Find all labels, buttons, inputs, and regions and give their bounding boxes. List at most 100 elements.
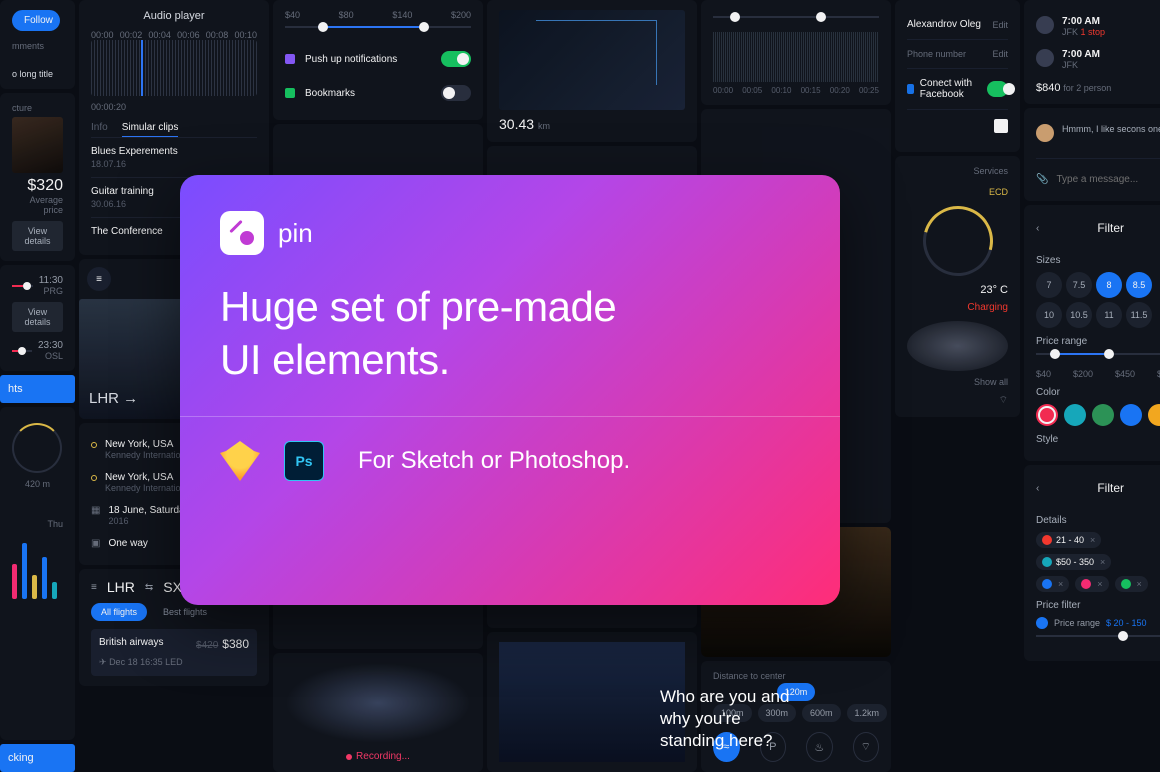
services-label[interactable]: Services bbox=[973, 166, 1008, 176]
wifi-icon[interactable]: ⌔ bbox=[853, 732, 880, 762]
badge-price[interactable]: $50 - 350× bbox=[1036, 554, 1111, 570]
ecd-label: ECD bbox=[989, 187, 1008, 197]
chart-image bbox=[499, 642, 685, 762]
clip-1[interactable]: Blues Experements bbox=[91, 146, 257, 157]
back-icon[interactable]: ‹ bbox=[1036, 223, 1039, 234]
color-green[interactable] bbox=[1092, 404, 1114, 426]
chat-time-2: 7:00 AM bbox=[1062, 49, 1100, 60]
sketch-icon bbox=[220, 441, 260, 481]
edit-name[interactable]: Edit bbox=[992, 20, 1008, 30]
push-label: Push up notifications bbox=[305, 54, 397, 65]
size-75[interactable]: 7.5 bbox=[1066, 272, 1092, 298]
map[interactable] bbox=[499, 10, 685, 110]
menu-icon[interactable]: ≡ bbox=[91, 582, 97, 593]
color-gold[interactable] bbox=[1148, 404, 1160, 426]
menu-icon[interactable]: ≡ bbox=[87, 267, 111, 291]
facebook-icon bbox=[907, 84, 914, 94]
all-flights-pill[interactable]: All flights bbox=[91, 603, 147, 621]
size-115[interactable]: 11.5 bbox=[1126, 302, 1152, 328]
time-1: 11:30 bbox=[39, 275, 63, 286]
lhr-label: LHR → bbox=[89, 390, 138, 407]
checkbox[interactable] bbox=[994, 119, 1008, 133]
style-label: Style bbox=[1036, 434, 1160, 445]
showall[interactable]: Show all bbox=[974, 377, 1008, 387]
close-icon[interactable]: × bbox=[1058, 579, 1063, 589]
push-toggle[interactable] bbox=[441, 51, 471, 67]
user-name: Alexandrov Oleg bbox=[907, 19, 981, 30]
hero-card: pin Huge set of pre-made UI elements. Ps… bbox=[180, 175, 840, 605]
size-7[interactable]: 7 bbox=[1036, 272, 1062, 298]
message-input[interactable] bbox=[1056, 174, 1160, 185]
hts-button[interactable]: hts bbox=[0, 375, 75, 403]
brand-name: pin bbox=[278, 218, 313, 249]
quote-block: Who are you and why you're standing here… bbox=[660, 686, 840, 752]
oneway[interactable]: One way bbox=[108, 538, 147, 549]
price-amt: $840 bbox=[1036, 82, 1060, 94]
fb-toggle[interactable] bbox=[987, 81, 1008, 97]
route-date[interactable]: 18 June, Saturday bbox=[108, 505, 189, 516]
close-icon[interactable]: × bbox=[1097, 579, 1102, 589]
elapsed: 00:00:20 bbox=[91, 102, 126, 112]
dist-1200[interactable]: 1.2km bbox=[847, 704, 888, 722]
temp: 23° C bbox=[980, 284, 1008, 296]
size-105[interactable]: 10.5 bbox=[1066, 302, 1092, 328]
attach-icon[interactable]: 📎 bbox=[1036, 174, 1048, 185]
color-teal[interactable] bbox=[1064, 404, 1086, 426]
price-slider-3[interactable] bbox=[1036, 635, 1160, 637]
bookmarks-toggle[interactable] bbox=[441, 85, 471, 101]
color-blue[interactable] bbox=[1120, 404, 1142, 426]
wave-viz bbox=[285, 663, 471, 743]
distance-km: 30.43 bbox=[499, 116, 534, 132]
size-10[interactable]: 10 bbox=[1036, 302, 1062, 328]
follow-button[interactable]: Follow bbox=[12, 10, 60, 31]
avatar bbox=[1036, 49, 1054, 67]
charging: Charging bbox=[967, 302, 1008, 313]
badge-u3[interactable]: × bbox=[1115, 576, 1148, 592]
close-icon[interactable]: × bbox=[1137, 579, 1142, 589]
sizes-label: Sizes bbox=[1036, 255, 1160, 266]
cture-label: cture bbox=[12, 103, 63, 113]
badge-u1[interactable]: × bbox=[1036, 576, 1069, 592]
waveform[interactable] bbox=[91, 40, 257, 96]
comments-label: mments bbox=[12, 41, 63, 51]
hero-title-l1: Huge set of pre-made bbox=[220, 281, 800, 334]
size-85[interactable]: 8.5 bbox=[1126, 272, 1152, 298]
bookmarks-label: Bookmarks bbox=[305, 88, 355, 99]
price-slider[interactable] bbox=[285, 26, 471, 28]
photoshop-icon: Ps bbox=[284, 441, 324, 481]
track-slider[interactable] bbox=[713, 16, 879, 18]
back-icon[interactable]: ‹ bbox=[1036, 483, 1039, 494]
tab-info[interactable]: Info bbox=[91, 122, 108, 137]
price-slider-2[interactable] bbox=[1036, 353, 1160, 355]
swap-icon[interactable]: ⇆ bbox=[145, 582, 153, 593]
size-11[interactable]: 11 bbox=[1096, 302, 1122, 328]
gauge bbox=[910, 193, 1006, 289]
size-8[interactable]: 8 bbox=[1096, 272, 1122, 298]
long-title: o long title bbox=[12, 69, 63, 79]
phone-label: Phone number bbox=[907, 49, 966, 59]
tab-simular[interactable]: Simular clips bbox=[122, 122, 179, 137]
pricerange-label: Price range bbox=[1036, 336, 1160, 347]
code-2: OSL bbox=[38, 351, 63, 361]
cking-button[interactable]: cking bbox=[0, 744, 75, 772]
view-details-button[interactable]: View details bbox=[12, 221, 63, 251]
close-icon[interactable]: × bbox=[1090, 535, 1095, 545]
dist-420: 420 m bbox=[12, 479, 63, 489]
bike-ring bbox=[12, 423, 62, 473]
avg-price: $320 bbox=[12, 177, 63, 195]
badge-age[interactable]: 21 - 40× bbox=[1036, 532, 1101, 548]
divider bbox=[180, 416, 840, 417]
details-label: Details bbox=[1036, 515, 1160, 526]
hero-title-l2: UI elements. bbox=[220, 334, 800, 387]
pin-logo-icon bbox=[220, 211, 264, 255]
color-pink[interactable] bbox=[1036, 404, 1058, 426]
arch-image bbox=[12, 117, 63, 173]
best-flights-pill[interactable]: Best flights bbox=[153, 603, 217, 621]
close-icon[interactable]: × bbox=[1100, 557, 1105, 567]
avatar bbox=[1036, 16, 1054, 34]
wifi-icon: ⌔ bbox=[999, 395, 1008, 406]
edit-phone[interactable]: Edit bbox=[992, 49, 1008, 59]
badge-u2[interactable]: × bbox=[1075, 576, 1108, 592]
price-filter-label: Price filter bbox=[1036, 600, 1160, 611]
view-details-2[interactable]: View details bbox=[12, 302, 63, 332]
